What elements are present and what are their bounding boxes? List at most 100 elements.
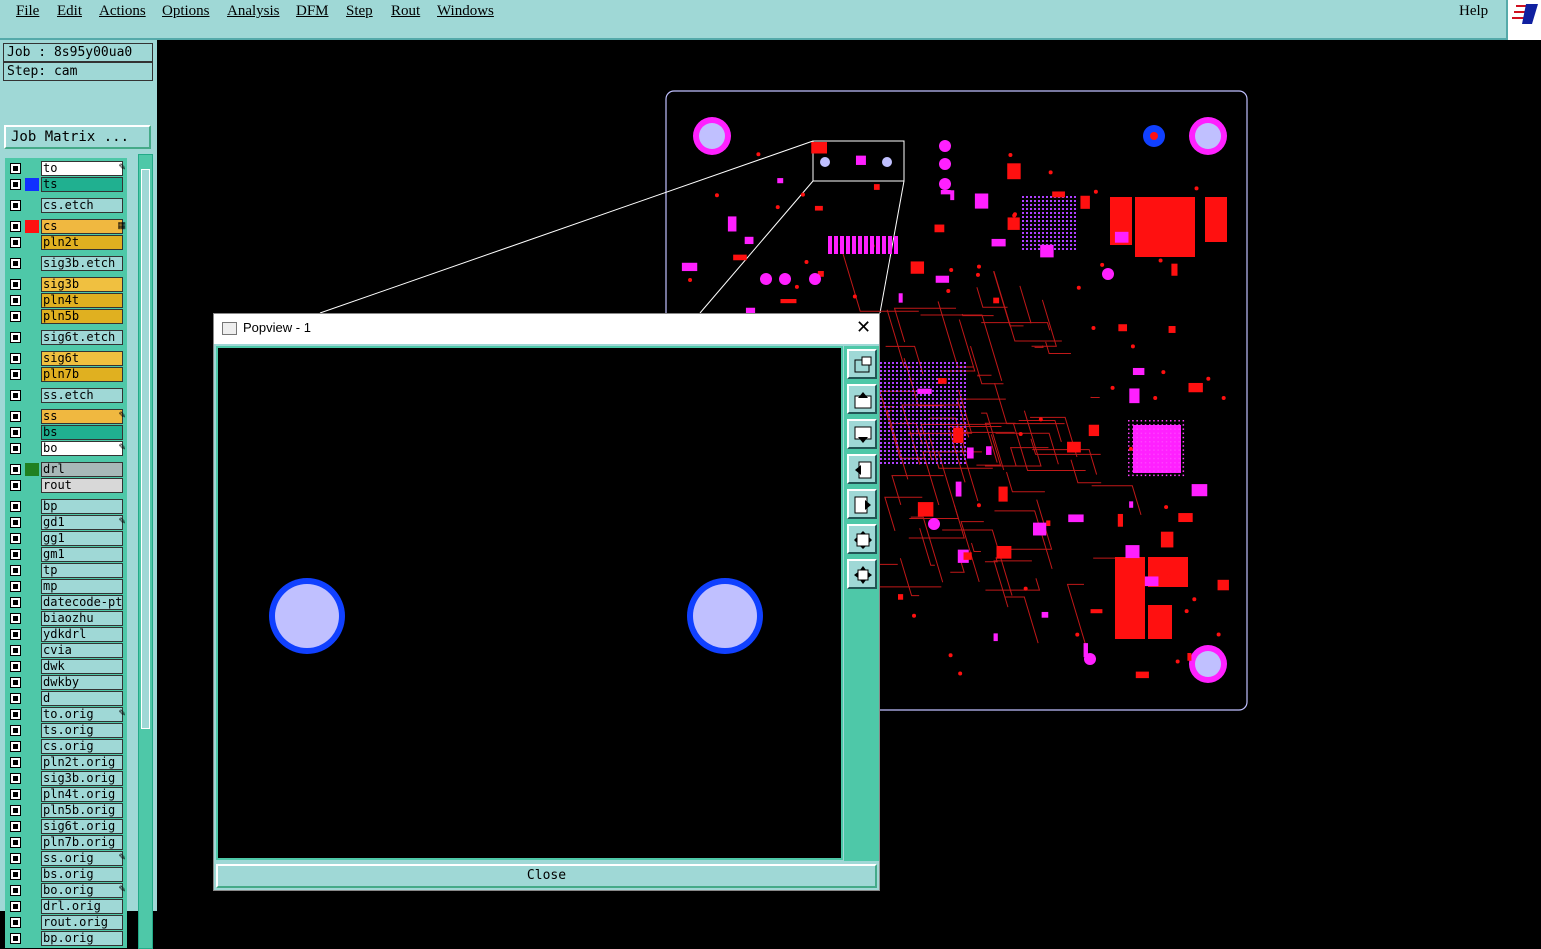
layer-row[interactable]: to ✎ (5, 161, 127, 176)
menu-actions[interactable]: Actions (99, 3, 146, 20)
layer-checkbox[interactable] (10, 661, 21, 672)
scroll-thumb[interactable] (141, 169, 150, 729)
layer-checkbox[interactable] (10, 480, 21, 491)
layer-name[interactable]: sig6t (41, 351, 123, 366)
layer-name[interactable]: d (41, 691, 123, 706)
menu-help[interactable]: Help (1459, 3, 1488, 20)
pan-up-icon[interactable] (847, 384, 877, 414)
layer-row[interactable]: cs.orig (5, 739, 127, 754)
layer-checkbox[interactable] (10, 933, 21, 944)
layer-checkbox[interactable] (10, 279, 21, 290)
layer-checkbox[interactable] (10, 693, 21, 704)
layer-checkbox[interactable] (10, 390, 21, 401)
layer-checkbox[interactable] (10, 549, 21, 560)
layer-checkbox[interactable] (10, 353, 21, 364)
fit-icon[interactable] (847, 524, 877, 554)
layer-row[interactable]: sig3b.etch (5, 256, 127, 271)
layer-checkbox[interactable] (10, 295, 21, 306)
layer-name[interactable]: gm1 (41, 547, 123, 562)
layer-name[interactable]: gd1 (41, 515, 123, 530)
layer-checkbox[interactable] (10, 311, 21, 322)
layer-checkbox[interactable] (10, 645, 21, 656)
layer-checkbox[interactable] (10, 741, 21, 752)
layer-row[interactable]: gg1 (5, 531, 127, 546)
layer-name[interactable]: bs (41, 425, 123, 440)
menu-windows[interactable]: Windows (437, 3, 494, 20)
layer-name[interactable]: gg1 (41, 531, 123, 546)
layer-scrollbar[interactable] (138, 154, 153, 949)
layer-checkbox[interactable] (10, 613, 21, 624)
layer-name[interactable]: mp (41, 579, 123, 594)
layer-checkbox[interactable] (10, 237, 21, 248)
popview-titlebar[interactable]: Popview - 1 ✕ (214, 314, 879, 344)
layer-name[interactable]: pln2t.orig (41, 755, 123, 770)
close-icon[interactable]: ✕ (856, 317, 871, 338)
layer-row[interactable]: gd1 ✎ (5, 515, 127, 530)
layer-checkbox[interactable] (10, 917, 21, 928)
layer-name[interactable]: pln5b.orig (41, 803, 123, 818)
layer-name[interactable]: bs.orig (41, 867, 123, 882)
layer-name[interactable]: bo (41, 441, 123, 456)
layer-checkbox[interactable] (10, 853, 21, 864)
layer-row[interactable]: bs (5, 425, 127, 440)
menu-step[interactable]: Step (346, 3, 373, 20)
layer-name[interactable]: biaozhu (41, 611, 123, 626)
layer-name[interactable]: ss.etch (41, 388, 123, 403)
layer-row[interactable]: datecode-pt (5, 595, 127, 610)
layer-checkbox[interactable] (10, 411, 21, 422)
layer-name[interactable]: sig6t.etch (41, 330, 123, 345)
layer-checkbox[interactable] (10, 821, 21, 832)
menu-options[interactable]: Options (162, 3, 210, 20)
layer-name[interactable]: datecode-pt (41, 595, 123, 610)
layer-row[interactable]: bo ✎ (5, 441, 127, 456)
menu-edit[interactable]: Edit (57, 3, 82, 20)
layer-checkbox[interactable] (10, 369, 21, 380)
layer-name[interactable]: pln2t (41, 235, 123, 250)
layer-name[interactable]: cs.etch (41, 198, 123, 213)
layer-name[interactable]: pln7b.orig (41, 835, 123, 850)
layer-checkbox[interactable] (10, 443, 21, 454)
layer-name[interactable]: ts (41, 177, 123, 192)
layer-name[interactable]: to.orig (41, 707, 123, 722)
layer-name[interactable]: cs.orig (41, 739, 123, 754)
layer-checkbox[interactable] (10, 258, 21, 269)
layer-row[interactable]: pln4t.orig (5, 787, 127, 802)
layer-name[interactable]: drl.orig (41, 899, 123, 914)
layer-checkbox[interactable] (10, 332, 21, 343)
menu-file[interactable]: File (16, 3, 39, 20)
layer-checkbox[interactable] (10, 200, 21, 211)
layer-row[interactable]: dwkby (5, 675, 127, 690)
layer-row[interactable]: sig3b (5, 277, 127, 292)
layer-name[interactable]: pln4t (41, 293, 123, 308)
layer-checkbox[interactable] (10, 885, 21, 896)
layer-row[interactable]: ss.orig ✎ (5, 851, 127, 866)
layer-checkbox[interactable] (10, 773, 21, 784)
layer-checkbox[interactable] (10, 427, 21, 438)
layer-name[interactable]: pln7b (41, 367, 123, 382)
layer-row[interactable]: sig6t.orig (5, 819, 127, 834)
layer-row[interactable]: dwk (5, 659, 127, 674)
zoom-window-icon[interactable] (847, 349, 877, 379)
popview-canvas[interactable] (216, 346, 843, 860)
layer-row[interactable]: rout.orig (5, 915, 127, 930)
layer-row[interactable]: bs.orig (5, 867, 127, 882)
layer-checkbox[interactable] (10, 517, 21, 528)
layer-row[interactable]: sig6t (5, 351, 127, 366)
layer-checkbox[interactable] (10, 501, 21, 512)
layer-checkbox[interactable] (10, 901, 21, 912)
layer-name[interactable]: sig3b.orig (41, 771, 123, 786)
layer-checkbox[interactable] (10, 789, 21, 800)
layer-row[interactable]: d (5, 691, 127, 706)
pan-down-icon[interactable] (847, 419, 877, 449)
layer-row[interactable]: pln2t.orig (5, 755, 127, 770)
layer-name[interactable]: tp (41, 563, 123, 578)
layer-name[interactable]: pln4t.orig (41, 787, 123, 802)
layer-name[interactable]: to (41, 161, 123, 176)
layer-row[interactable]: drl (5, 462, 127, 477)
layer-checkbox[interactable] (10, 163, 21, 174)
layer-name[interactable]: sig6t.orig (41, 819, 123, 834)
layer-row[interactable]: ts (5, 177, 127, 192)
layer-row[interactable]: mp (5, 579, 127, 594)
pan-left-icon[interactable] (847, 454, 877, 484)
layer-row[interactable]: ts.orig (5, 723, 127, 738)
